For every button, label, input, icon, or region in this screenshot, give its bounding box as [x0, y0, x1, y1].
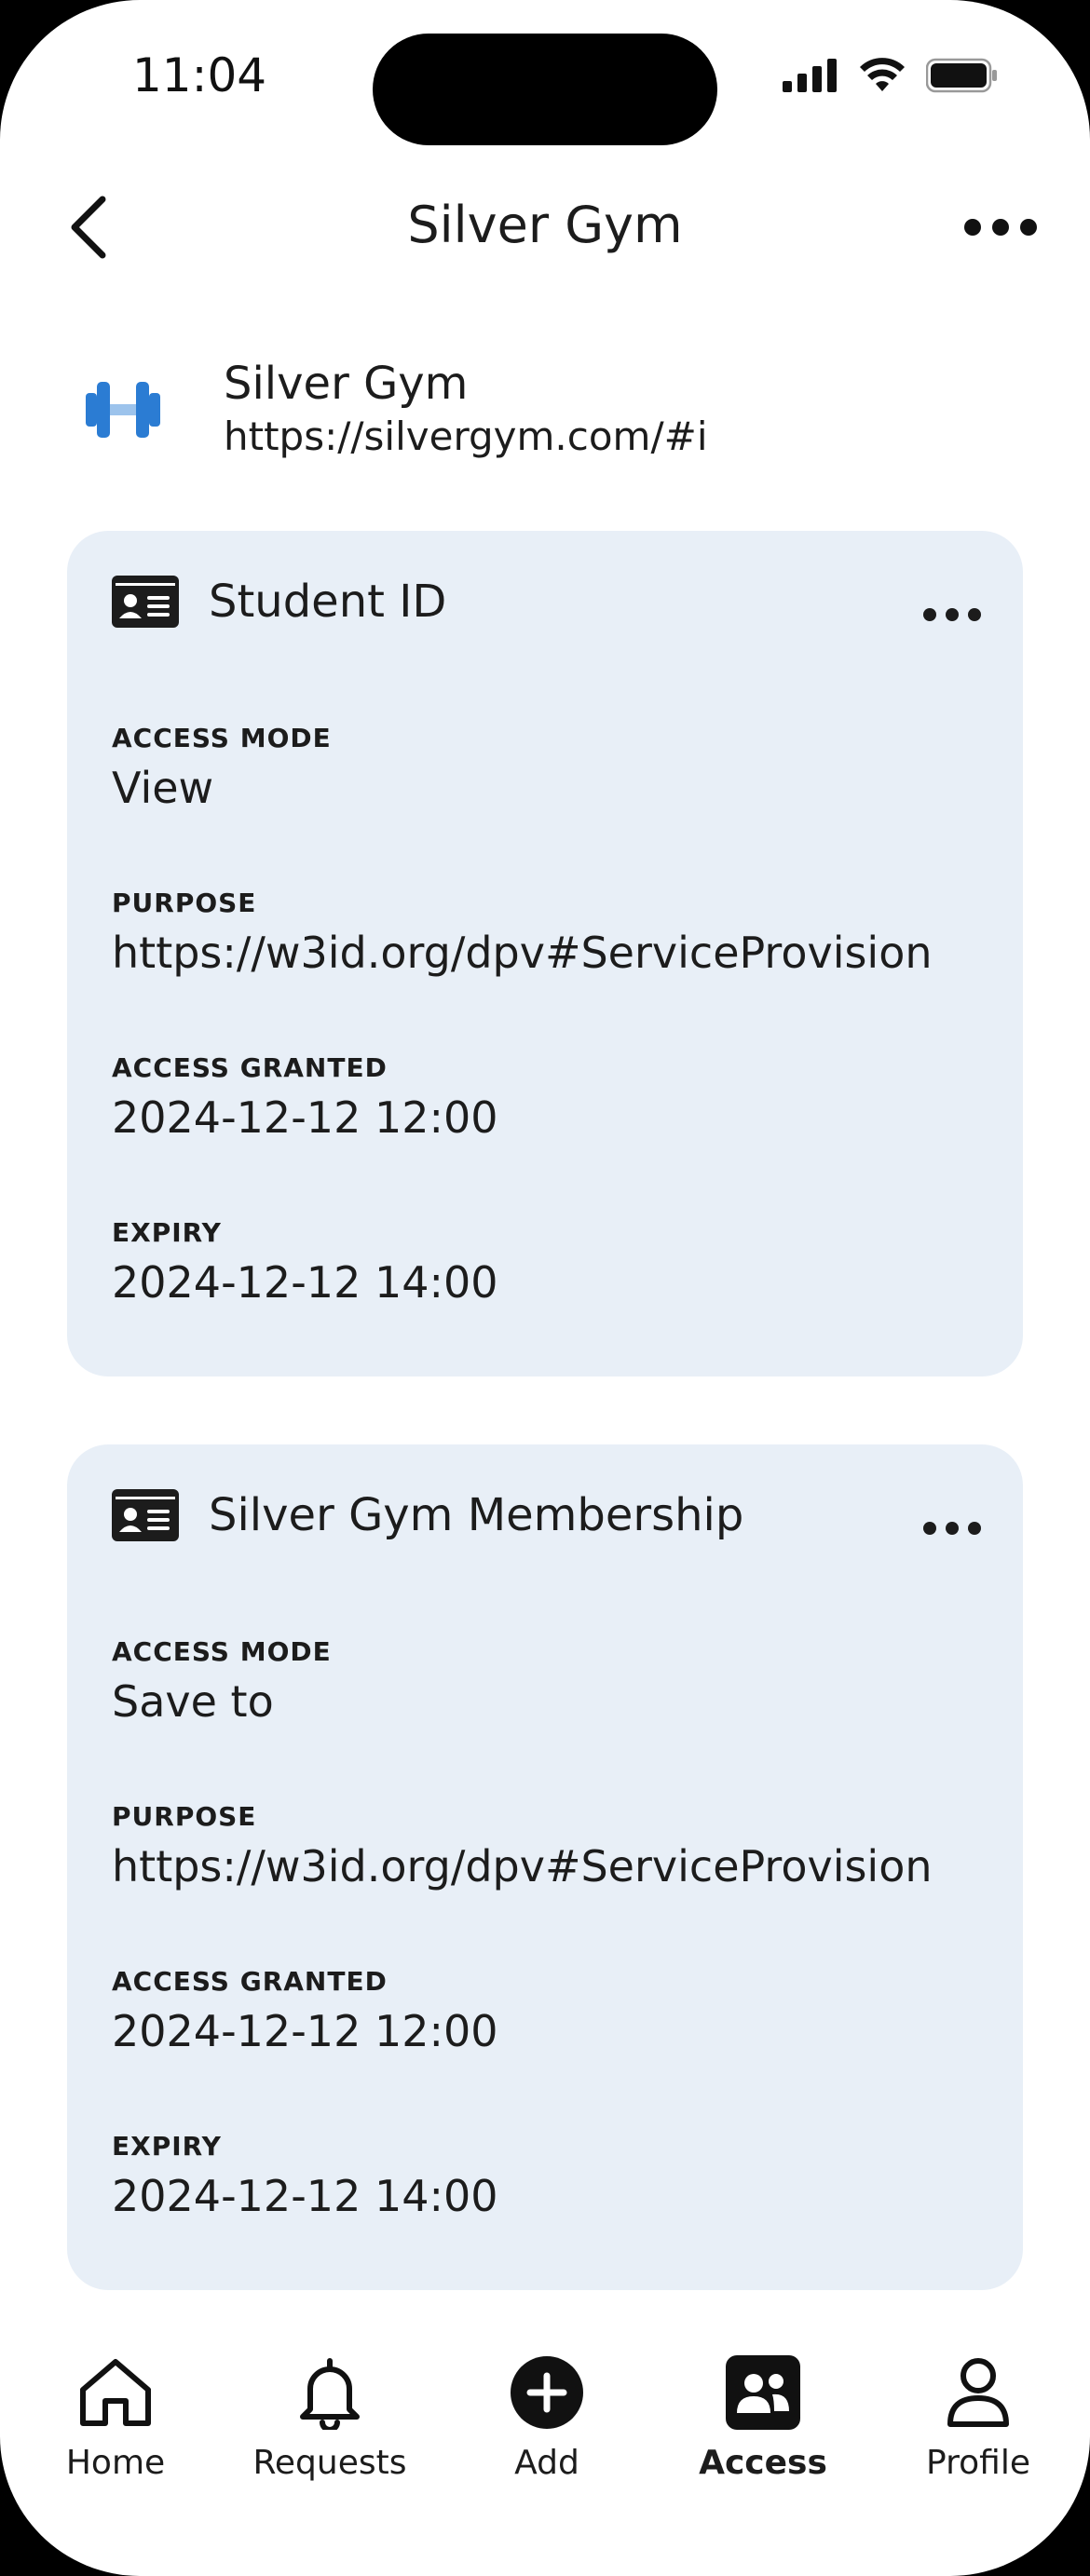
- access-card-student-id[interactable]: Student ID ACCESS MODE View PURPOSE http…: [67, 531, 1023, 1376]
- tab-add[interactable]: Add: [454, 2351, 640, 2482]
- field-access-granted: ACCESS GRANTED 2024-12-12 12:00: [112, 1966, 498, 2056]
- field-label: ACCESS MODE: [112, 1636, 332, 1667]
- org-name: Silver Gym: [224, 358, 469, 410]
- card-header: Student ID: [112, 576, 446, 628]
- people-icon: [670, 2351, 856, 2434]
- field-access-mode: ACCESS MODE Save to: [112, 1636, 332, 1727]
- more-horizontal-icon: [923, 608, 981, 621]
- card-header: Silver Gym Membership: [112, 1489, 743, 1541]
- card-more-button[interactable]: [922, 596, 982, 633]
- status-icons: [783, 58, 999, 93]
- more-horizontal-icon: [923, 1522, 981, 1535]
- status-time: 11:04: [132, 48, 267, 102]
- id-card-icon: [112, 1489, 179, 1541]
- wifi-icon: [860, 58, 905, 91]
- org-url: https://silvergym.com/#i: [224, 414, 708, 459]
- field-label: PURPOSE: [112, 888, 257, 918]
- phone-screen: 11:04 Silver Gym Silver Gym https://silv…: [0, 0, 1090, 2576]
- field-purpose: PURPOSE https://w3id.org/dpv#ServiceProv…: [112, 1801, 933, 1891]
- field-label: PURPOSE: [112, 1801, 257, 1832]
- field-access-mode: ACCESS MODE View: [112, 723, 332, 813]
- tab-label: Add: [514, 2444, 579, 2482]
- field-access-granted: ACCESS GRANTED 2024-12-12 12:00: [112, 1052, 498, 1143]
- home-icon: [22, 2351, 209, 2434]
- field-label: EXPIRY: [112, 2131, 222, 2162]
- field-label: ACCESS GRANTED: [112, 1966, 388, 1997]
- tab-label: Requests: [252, 2444, 407, 2482]
- battery-icon: [926, 58, 997, 93]
- page-title: Silver Gym: [407, 196, 683, 254]
- field-value: View: [112, 763, 214, 813]
- field-value: 2024-12-12 12:00: [112, 1092, 498, 1143]
- tab-access[interactable]: Access: [670, 2351, 856, 2482]
- field-expiry: EXPIRY 2024-12-12 14:00: [112, 1217, 498, 1308]
- card-title: Silver Gym Membership: [209, 1489, 744, 1541]
- card-more-button[interactable]: [922, 1510, 982, 1547]
- dumbbell-icon: [84, 371, 162, 449]
- field-purpose: PURPOSE https://w3id.org/dpv#ServiceProv…: [112, 888, 933, 978]
- field-expiry: EXPIRY 2024-12-12 14:00: [112, 2131, 498, 2221]
- more-options-button[interactable]: [963, 207, 1038, 248]
- field-label: EXPIRY: [112, 1217, 222, 1248]
- plus-circle-icon: [454, 2351, 640, 2434]
- cellular-signal-icon: [783, 59, 837, 92]
- field-value: Save to: [112, 1676, 274, 1727]
- id-card-icon: [112, 576, 179, 628]
- card-title: Student ID: [209, 576, 447, 628]
- person-icon: [885, 2351, 1071, 2434]
- tab-profile[interactable]: Profile: [885, 2351, 1071, 2482]
- field-label: ACCESS MODE: [112, 723, 332, 753]
- dynamic-island: [373, 34, 717, 145]
- field-value: https://w3id.org/dpv#ServiceProvision: [112, 928, 933, 978]
- tab-home[interactable]: Home: [22, 2351, 209, 2482]
- field-value: 2024-12-12 14:00: [112, 2171, 498, 2221]
- field-value: https://w3id.org/dpv#ServiceProvision: [112, 1841, 933, 1891]
- tab-requests[interactable]: Requests: [237, 2351, 423, 2482]
- more-horizontal-icon: [964, 219, 1037, 236]
- bell-icon: [237, 2351, 423, 2434]
- tab-label: Home: [65, 2444, 166, 2482]
- tab-label: Profile: [926, 2444, 1030, 2482]
- tab-label: Access: [699, 2444, 827, 2482]
- access-card-gym-membership[interactable]: Silver Gym Membership ACCESS MODE Save t…: [67, 1444, 1023, 2290]
- tab-bar: Home Requests Add Access Profile: [0, 2351, 1090, 2490]
- field-value: 2024-12-12 12:00: [112, 2006, 498, 2056]
- field-value: 2024-12-12 14:00: [112, 1257, 498, 1308]
- field-label: ACCESS GRANTED: [112, 1052, 388, 1083]
